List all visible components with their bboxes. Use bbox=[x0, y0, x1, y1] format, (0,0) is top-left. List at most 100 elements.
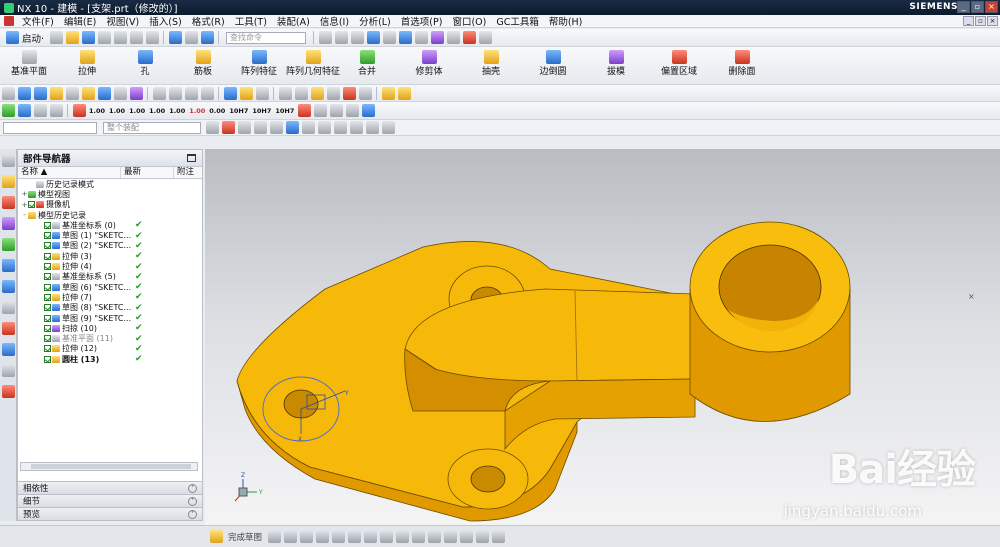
tolerance-icon[interactable] bbox=[358, 86, 372, 100]
extrude-button[interactable]: 拉伸 bbox=[58, 47, 116, 84]
tree-row[interactable]: 草图 (8) "SKETC... ✔ bbox=[18, 303, 202, 313]
pattern-geometry-button[interactable]: 阵列几何特征 bbox=[286, 47, 340, 84]
precision-1-icon[interactable]: 1.00 bbox=[89, 107, 105, 115]
feature-visibility-checkbox[interactable] bbox=[44, 293, 51, 301]
open-file-icon[interactable] bbox=[65, 31, 79, 44]
snap-point-icon[interactable] bbox=[49, 104, 63, 117]
return-icon[interactable] bbox=[361, 104, 375, 117]
filter-icon[interactable] bbox=[33, 104, 47, 117]
column-notes[interactable]: 附注 bbox=[174, 167, 202, 178]
menu-info[interactable]: 信息(I) bbox=[315, 14, 354, 28]
column-name[interactable]: 名称 ▲ bbox=[18, 167, 121, 178]
delete-face-button[interactable]: 删除面 bbox=[714, 47, 770, 84]
sketch-offset-icon[interactable] bbox=[411, 530, 425, 543]
feature-visibility-checkbox[interactable] bbox=[44, 263, 51, 271]
grid-snap-icon[interactable] bbox=[1, 86, 15, 100]
profile-icon[interactable] bbox=[267, 530, 281, 543]
select-all-icon[interactable] bbox=[221, 121, 235, 134]
precision-7-icon[interactable]: 0.00 bbox=[209, 107, 225, 115]
sketch-dimension-icon[interactable] bbox=[443, 530, 457, 543]
snap-intersection-icon[interactable] bbox=[301, 121, 315, 134]
scroll-thumb[interactable] bbox=[31, 464, 191, 469]
redo-icon[interactable] bbox=[184, 31, 198, 44]
web-browser-icon[interactable] bbox=[2, 280, 15, 293]
menu-nx-icon[interactable] bbox=[4, 16, 14, 26]
type-filter-combo[interactable] bbox=[3, 121, 97, 134]
dependencies-panel[interactable]: 相依性 ˅ bbox=[18, 481, 202, 494]
feature-visibility-checkbox[interactable] bbox=[44, 252, 51, 260]
snap-quadrant-icon[interactable] bbox=[285, 121, 299, 134]
analysis-icon[interactable] bbox=[462, 31, 476, 44]
paste-icon[interactable] bbox=[129, 31, 143, 44]
rotate-icon[interactable] bbox=[350, 31, 364, 44]
feature-visibility-checkbox[interactable] bbox=[44, 273, 51, 281]
sketch-arc-icon[interactable] bbox=[299, 530, 313, 543]
feature-visibility-checkbox[interactable] bbox=[44, 242, 51, 250]
triangle-icon[interactable] bbox=[278, 86, 292, 100]
sketch-sweep-icon[interactable] bbox=[491, 530, 505, 543]
tree-row[interactable]: 拉伸 (7) ✔ bbox=[18, 292, 202, 302]
layer-icon[interactable] bbox=[414, 31, 428, 44]
sketch-trim-icon[interactable] bbox=[379, 530, 393, 543]
tree-row[interactable]: 拉伸 (4) ✔ bbox=[18, 261, 202, 272]
tree-row[interactable]: 草图 (2) "SKETC... ✔ bbox=[18, 241, 202, 251]
finish-sketch-icon[interactable] bbox=[209, 530, 223, 543]
move-face-icon[interactable] bbox=[223, 86, 237, 100]
tree-expander[interactable]: + bbox=[21, 201, 28, 209]
sketch-icon[interactable] bbox=[152, 86, 166, 100]
menu-edit[interactable]: 编辑(E) bbox=[59, 14, 101, 28]
sketch-polygon-icon[interactable] bbox=[347, 530, 361, 543]
details-panel[interactable]: 细节 ˅ bbox=[18, 494, 202, 507]
fit-view-icon[interactable] bbox=[318, 31, 332, 44]
constraint-navigator-icon[interactable] bbox=[2, 196, 15, 209]
roles-icon[interactable] bbox=[2, 385, 15, 398]
doc-restore-button[interactable]: ▫ bbox=[975, 16, 986, 26]
feature-visibility-checkbox[interactable] bbox=[44, 345, 51, 353]
menu-analysis[interactable]: 分析(L) bbox=[354, 14, 396, 28]
settings-icon[interactable] bbox=[205, 121, 219, 134]
tree-row[interactable]: 扫掠 (10) ✔ bbox=[18, 323, 202, 333]
view-orientation-icon[interactable] bbox=[382, 31, 396, 44]
precision-3-icon[interactable]: 1.00 bbox=[129, 107, 145, 115]
arc-icon[interactable] bbox=[200, 86, 214, 100]
diameter-icon[interactable] bbox=[329, 104, 343, 117]
sketch-circle-icon[interactable] bbox=[315, 530, 329, 543]
tree-row[interactable]: 拉伸 (12) ✔ bbox=[18, 344, 202, 354]
cut-icon[interactable] bbox=[97, 31, 111, 44]
feature-visibility-checkbox[interactable] bbox=[44, 314, 51, 322]
save-icon[interactable] bbox=[81, 31, 95, 44]
feature-visibility-checkbox[interactable] bbox=[44, 283, 51, 291]
window-icon[interactable] bbox=[200, 31, 214, 44]
snap-icon[interactable] bbox=[430, 31, 444, 44]
tree-expander[interactable]: + bbox=[21, 190, 28, 198]
block-icon[interactable] bbox=[33, 86, 47, 100]
new-file-icon[interactable] bbox=[49, 31, 63, 44]
feature-visibility-checkbox[interactable] bbox=[44, 221, 51, 229]
undo-icon[interactable] bbox=[168, 31, 182, 44]
restore-button[interactable]: ▫ bbox=[971, 1, 984, 13]
menu-insert[interactable]: 插入(S) bbox=[144, 14, 186, 28]
reuse-library-icon[interactable] bbox=[2, 238, 15, 251]
menu-help[interactable]: 帮助(H) bbox=[544, 14, 588, 28]
feature-visibility-checkbox[interactable] bbox=[44, 335, 51, 343]
edge-blend-button[interactable]: 边倒圆 bbox=[518, 47, 588, 84]
command-search-input[interactable]: 查找命令 bbox=[226, 31, 307, 44]
select-icon[interactable] bbox=[17, 104, 31, 117]
slash-icon[interactable] bbox=[313, 104, 327, 117]
offset-region-button[interactable]: 偏置区域 bbox=[644, 47, 714, 84]
grid-icon[interactable] bbox=[478, 31, 492, 44]
sketch-mirror-icon[interactable] bbox=[427, 530, 441, 543]
navigator-scrollbar[interactable] bbox=[20, 462, 198, 471]
section-view-icon[interactable] bbox=[398, 31, 412, 44]
menu-window[interactable]: 窗口(O) bbox=[447, 14, 491, 28]
gdt-icon[interactable] bbox=[342, 86, 356, 100]
sketch-line-icon[interactable] bbox=[283, 530, 297, 543]
curve-icon[interactable] bbox=[168, 86, 182, 100]
manufacturing-wizard-icon[interactable] bbox=[2, 364, 15, 377]
pattern-feature-button[interactable]: 阵列特征 bbox=[232, 47, 286, 84]
datum-plane-button[interactable]: 基准平面 bbox=[0, 47, 58, 84]
gear-icon[interactable] bbox=[2, 154, 15, 167]
replace-face-icon[interactable] bbox=[255, 86, 269, 100]
sketch-rectangle-icon[interactable] bbox=[331, 530, 345, 543]
doc-close-button[interactable]: × bbox=[987, 16, 998, 26]
